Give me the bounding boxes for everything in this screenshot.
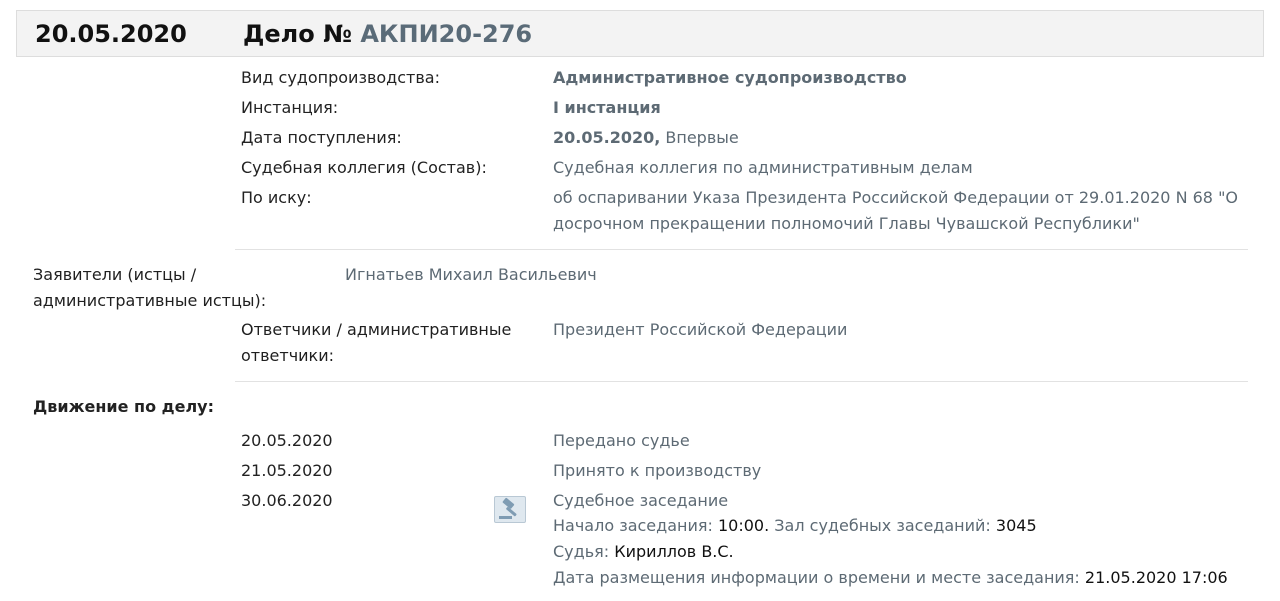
board-value: Судебная коллегия по административным де… — [553, 158, 973, 177]
respondents-label: Ответчики / административные ответчики: — [241, 317, 511, 369]
received-label: Дата поступления: — [241, 128, 402, 147]
received-date: 20.05.2020, — [553, 128, 661, 147]
event-text-1: Передано судье — [553, 431, 690, 450]
respondents-value: Президент Российской Федерации — [553, 320, 848, 339]
claim-value: об оспаривании Указа Президента Российск… — [553, 185, 1243, 237]
applicants-label-line-2: административные истцы): — [33, 291, 267, 310]
case-label: Дело № — [243, 20, 352, 48]
proceeding-label: Вид судопроизводства: — [241, 68, 440, 87]
event-date-2: 21.05.2020 — [241, 461, 333, 480]
instance-label: Инстанция: — [241, 98, 339, 117]
received-value: 20.05.2020, Впервые — [553, 125, 1243, 151]
case-date: 20.05.2020 — [35, 20, 187, 48]
session-posted: Дата размещения информации о времени и м… — [553, 568, 1228, 587]
respondents-label-line-1: Ответчики / административные — [241, 320, 512, 339]
divider-1 — [235, 249, 1248, 250]
event-text-2: Принято к производству — [553, 461, 762, 480]
applicants-label-line-1: Заявители (истцы / — [33, 265, 197, 284]
case-number: АКПИ20-276 — [360, 20, 533, 48]
session-start-label: Начало заседания: — [553, 516, 713, 535]
instance-value: I инстанция — [553, 98, 661, 117]
session-hall-value: 3045 — [995, 516, 1037, 535]
claim-line-1: об оспаривании Указа Президента Российск… — [553, 188, 1239, 207]
event-date-3: 30.06.2020 — [241, 491, 333, 510]
case-header: 20.05.2020 Дело № АКПИ20-276 — [16, 10, 1264, 57]
received-note: Впервые — [665, 128, 739, 147]
event-date-1: 20.05.2020 — [241, 431, 333, 450]
session-judge-label: Судья: — [553, 542, 610, 561]
session-start: Начало заседания: 10:00. Зал судебных за… — [553, 516, 1037, 535]
session-start-value: 10:00. — [717, 516, 770, 535]
session-hall-label: Зал судебных заседаний: — [774, 516, 991, 535]
session-posted-label: Дата размещения информации о времени и м… — [553, 568, 1080, 587]
proceeding-value: Административное судопроизводство — [553, 68, 907, 87]
session-judge-value: Кириллов В.С. — [614, 542, 734, 561]
respondents-label-line-2: ответчики: — [241, 346, 335, 365]
gavel-icon — [494, 496, 526, 523]
claim-line-2: досрочном прекращении полномочий Главы Ч… — [553, 214, 1140, 233]
applicants-value: Игнатьев Михаил Васильевич — [345, 265, 597, 284]
event-text-3: Судебное заседание — [553, 491, 729, 510]
board-label: Судебная коллегия (Состав): — [241, 158, 487, 177]
divider-2 — [235, 381, 1248, 382]
claim-label: По иску: — [241, 188, 312, 207]
session-judge: Судья: Кириллов В.С. — [553, 542, 734, 561]
case-title: Дело № АКПИ20-276 — [243, 20, 532, 48]
movement-title: Движение по делу: — [33, 397, 214, 416]
session-posted-value: 21.05.2020 17:06 — [1084, 568, 1228, 587]
applicants-label: Заявители (истцы / административные истц… — [33, 262, 266, 314]
